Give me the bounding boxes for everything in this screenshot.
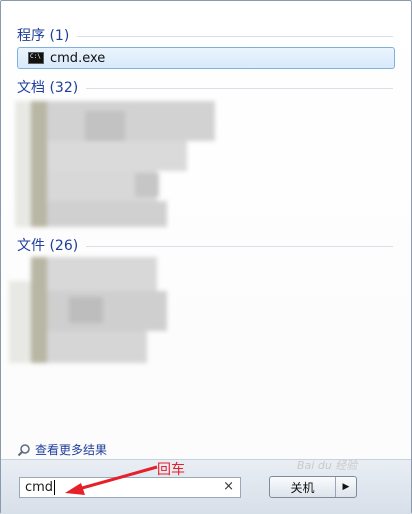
obscured-files-list — [9, 257, 169, 363]
shutdown-options-arrow-icon[interactable]: ▶ — [335, 477, 356, 497]
see-more-label: 查看更多结果 — [35, 443, 108, 457]
divider — [77, 35, 393, 37]
clear-search-icon[interactable]: × — [223, 479, 234, 494]
section-header-programs[interactable]: 程序 (1) — [17, 25, 393, 45]
text-caret — [54, 480, 56, 495]
annotation-label: 回车 — [157, 462, 185, 478]
annotation-arrow-icon — [65, 465, 158, 495]
section-header-files[interactable]: 文件 (26) — [17, 235, 393, 255]
obscured-documents-list — [15, 101, 215, 227]
result-item-cmd[interactable]: C:\ cmd.exe — [17, 47, 395, 69]
cmd-icon: C:\ — [28, 52, 44, 64]
search-input-value: cmd — [25, 480, 54, 495]
section-label-programs: 程序 (1) — [17, 28, 70, 44]
section-label-documents: 文档 (32) — [17, 80, 79, 96]
section-label-files: 文件 (26) — [17, 238, 79, 254]
see-more-results-link[interactable]: 查看更多结果 — [17, 441, 107, 458]
section-header-documents[interactable]: 文档 (32) — [17, 77, 393, 97]
shutdown-label: 关机 — [290, 480, 315, 495]
divider — [86, 245, 393, 247]
search-icon — [17, 443, 30, 456]
result-item-label: cmd.exe — [50, 50, 106, 66]
shutdown-button[interactable]: 关机 ▶ — [269, 476, 357, 498]
start-menu-search-results: 程序 (1) C:\ cmd.exe 文档 (32) 文件 (26) 查看更多结… — [0, 0, 412, 514]
divider — [86, 87, 393, 89]
watermark: Bai du 经验 — [297, 459, 358, 472]
